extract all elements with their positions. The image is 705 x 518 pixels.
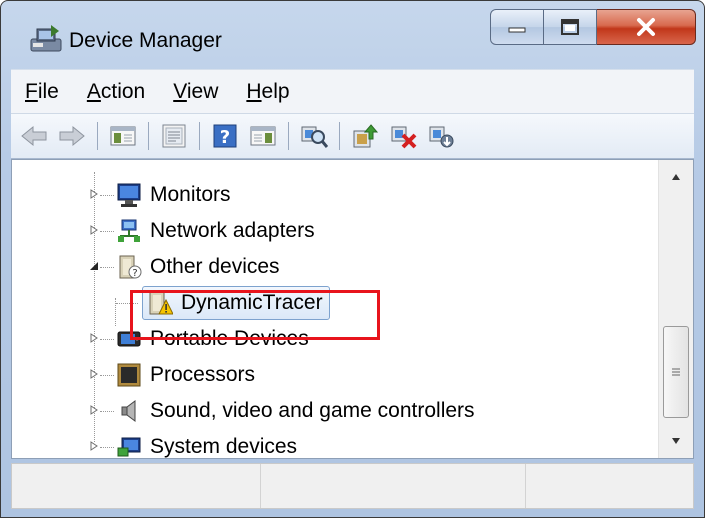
device-manager-window: Device Manager File Action View Help ? M… <box>0 0 705 518</box>
title-bar[interactable]: Device Manager <box>1 1 704 69</box>
tree-connector <box>100 267 114 268</box>
tree-item-processors[interactable]: Processors <box>116 358 255 392</box>
window-title: Device Manager <box>69 29 222 52</box>
back-icon <box>21 125 47 147</box>
help-button[interactable]: ? <box>209 120 241 152</box>
tree-item-other-devices[interactable]: ? Other devices <box>116 250 280 284</box>
tree-item-label: Processors <box>150 363 256 386</box>
maximize-button[interactable] <box>544 9 597 45</box>
uninstall-icon <box>391 126 417 149</box>
disable-button[interactable] <box>425 120 457 152</box>
monitor-icon <box>117 183 141 207</box>
scan-hardware-button[interactable] <box>298 120 330 152</box>
device-tree-pane: Monitors Network adapters ? Other device… <box>11 159 694 459</box>
show-action-pane-icon <box>250 126 276 146</box>
tree-item-network-adapters[interactable]: Network adapters <box>116 214 315 248</box>
tree-connector <box>100 411 114 412</box>
toolbar-separator <box>148 122 149 150</box>
grip-icon <box>672 368 680 376</box>
scan-hardware-changes-icon <box>301 126 328 148</box>
menu-bar: File Action View Help <box>11 69 694 114</box>
properties-button[interactable] <box>158 120 190 152</box>
back-button[interactable] <box>18 120 50 152</box>
forward-icon <box>59 125 85 147</box>
expand-arrow-icon[interactable] <box>89 188 99 200</box>
uninstall-button[interactable] <box>387 120 419 152</box>
menu-help[interactable]: Help <box>232 80 303 104</box>
device-manager-icon <box>30 25 62 52</box>
annotation-highlight-box <box>130 290 380 340</box>
speaker-icon <box>121 400 136 422</box>
scroll-down-icon <box>672 438 680 444</box>
status-panel <box>261 464 526 508</box>
properties-icon <box>162 124 186 148</box>
forward-button[interactable] <box>56 120 88 152</box>
show-action-pane-button[interactable] <box>247 120 279 152</box>
vertical-scrollbar[interactable] <box>658 160 693 458</box>
menu-view[interactable]: View <box>159 80 232 104</box>
scroll-up-icon <box>672 174 680 180</box>
tree-connector <box>100 231 114 232</box>
expand-arrow-icon[interactable] <box>89 224 99 236</box>
tree-connector <box>94 172 95 442</box>
scrollbar-thumb[interactable] <box>663 326 689 418</box>
tree-item-label: System devices <box>150 435 298 458</box>
processor-icon <box>117 363 141 387</box>
svg-text:?: ? <box>132 268 137 279</box>
show-hide-tree-button[interactable] <box>107 120 139 152</box>
tree-connector <box>100 375 114 376</box>
tree-item-sound-video-game[interactable]: Sound, video and game controllers <box>116 394 475 428</box>
show-hide-console-tree-icon <box>110 126 136 146</box>
expand-arrow-icon[interactable] <box>89 368 99 380</box>
toolbar: ? <box>11 113 694 159</box>
tree-item-label: Sound, video and game controllers <box>150 399 475 422</box>
tree-item-label: Other devices <box>150 255 280 278</box>
scroll-up-button[interactable] <box>659 160 693 194</box>
tree-item-monitors[interactable]: Monitors <box>116 178 231 212</box>
update-driver-button[interactable] <box>349 120 381 152</box>
close-icon <box>637 18 655 36</box>
toolbar-separator <box>288 122 289 150</box>
tree-item-label: Network adapters <box>150 219 315 242</box>
system-device-icon <box>117 437 141 457</box>
expand-arrow-icon[interactable] <box>89 440 99 452</box>
unknown-device-icon: ? <box>119 255 142 279</box>
minimize-button[interactable] <box>490 9 544 45</box>
expand-arrow-icon[interactable] <box>89 332 99 344</box>
tree-connector <box>100 447 114 448</box>
tree-connector <box>100 339 114 340</box>
network-adapter-icon <box>118 219 140 242</box>
status-panel <box>526 464 693 508</box>
scroll-down-button[interactable] <box>659 424 693 458</box>
status-bar <box>11 463 694 509</box>
disable-device-icon <box>429 126 454 148</box>
toolbar-separator <box>339 122 340 150</box>
toolbar-separator <box>97 122 98 150</box>
minimize-icon <box>508 27 526 33</box>
menu-file[interactable]: File <box>11 80 73 104</box>
collapse-arrow-icon[interactable] <box>89 260 99 272</box>
window-controls <box>490 9 696 45</box>
status-panel <box>12 464 261 508</box>
menu-action[interactable]: Action <box>73 80 159 104</box>
toolbar-separator <box>199 122 200 150</box>
tree-item-label: Monitors <box>150 183 231 206</box>
expand-arrow-icon[interactable] <box>89 404 99 416</box>
svg-text:?: ? <box>220 127 230 148</box>
maximize-icon <box>561 19 579 35</box>
help-icon: ? <box>213 124 237 148</box>
tree-connector <box>100 195 114 196</box>
tree-item-system-devices[interactable]: System devices <box>116 430 297 464</box>
close-button[interactable] <box>597 9 696 45</box>
update-driver-icon <box>353 124 379 148</box>
